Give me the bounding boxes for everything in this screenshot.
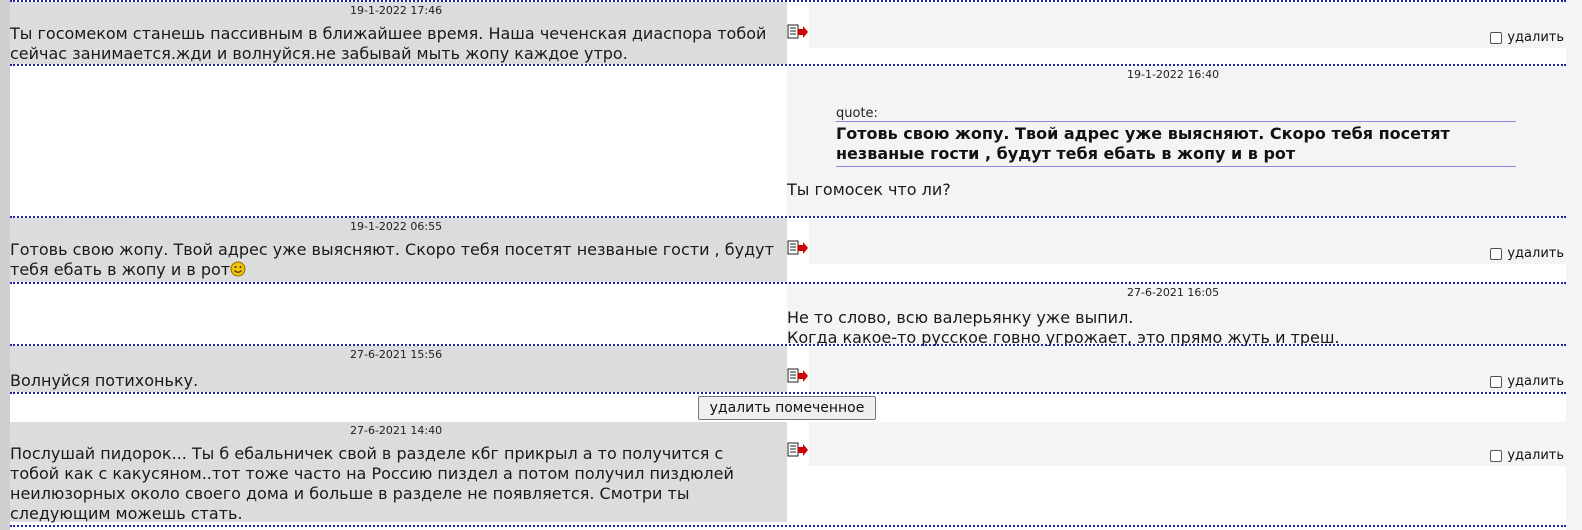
message-text: Ты госомеком станешь пассивным в ближайш… [10,24,767,63]
delete-checkbox[interactable] [1490,31,1503,44]
delete-label: удалить [1507,374,1564,389]
left-border [0,0,10,530]
quoted-text: Готовь свою жопу. Твой адрес уже выясняю… [836,121,1516,167]
reply-arrow-icon[interactable] [787,368,809,384]
delete-checkbox[interactable] [1490,375,1503,388]
message-incoming: 27-6-2021 15:56 Волнуйся потихоньку. [10,346,787,392]
smiley-icon [230,261,246,277]
message-incoming: 19-1-2022 06:55 Готовь свою жопу. Твой а… [10,218,787,282]
delete-control: удалить [1490,448,1564,463]
delete-control: удалить [1490,246,1564,261]
message-row: 19-1-2022 16:40 quote: Готовь свою жопу.… [10,64,1566,218]
message-row: 27-6-2021 15:56 Волнуйся потихоньку. уда… [10,344,1566,394]
message-outgoing: 19-1-2022 16:40 quote: Готовь свою жопу.… [787,66,1566,216]
separator [10,392,1566,394]
message-side-panel [809,218,1566,264]
message-text: Ты гомосек что ли? [787,180,951,199]
reply-arrow-icon[interactable] [787,442,809,458]
message-text: Волнуйся потихоньку. [10,371,199,390]
message-timestamp: 27-6-2021 15:56 [350,348,443,361]
reply-arrow-icon[interactable] [787,24,809,40]
delete-label: удалить [1507,246,1564,261]
message-text-line-2: тебя ебать в жопу и в рот [10,260,246,280]
message-text-line: Готовь свою жопу. Твой адрес уже выясняю… [10,240,774,259]
message-row: 19-1-2022 06:55 Готовь свою жопу. Твой а… [10,216,1566,284]
delete-checkbox[interactable] [1490,449,1503,462]
message-list: 19-1-2022 17:46 Ты госомеком станешь пас… [10,0,1566,530]
right-border [1566,0,1582,530]
message-outgoing: 27-6-2021 16:05 Не то слово, всю валерья… [787,284,1566,347]
message-timestamp: 19-1-2022 17:46 [350,4,443,17]
message-row: 19-1-2022 17:46 Ты госомеком станешь пас… [10,0,1566,66]
message-side-panel [809,422,1566,466]
delete-control: удалить [1490,30,1564,45]
message-side-panel [809,346,1566,392]
message-row: 27-6-2021 14:40 Послушай пидорок... Ты б… [10,422,1566,528]
message-text: Послушай пидорок... Ты б ебальничек свой… [10,444,734,523]
message-timestamp: 19-1-2022 16:40 [1127,68,1220,81]
delete-selected-button[interactable]: удалить помеченное [698,396,876,420]
delete-label: удалить [1507,448,1564,463]
message-timestamp: 19-1-2022 06:55 [350,220,443,233]
message-incoming: 27-6-2021 14:40 Послушай пидорок... Ты б… [10,422,787,523]
message-row: 27-6-2021 16:05 Не то слово, всю валерья… [10,282,1566,347]
delete-checkbox[interactable] [1490,247,1503,260]
message-timestamp: 27-6-2021 14:40 [350,424,443,437]
quote-label: quote: [836,106,878,121]
delete-control: удалить [1490,374,1564,389]
delete-label: удалить [1507,30,1564,45]
reply-arrow-icon[interactable] [787,240,809,256]
message-side-panel [809,2,1566,48]
message-incoming: 19-1-2022 17:46 Ты госомеком станешь пас… [10,2,787,64]
message-text-line: Не то слово, всю валерьянку уже выпил. [787,308,1134,327]
message-timestamp: 27-6-2021 16:05 [1127,286,1220,299]
separator [10,525,1566,527]
message-text-line: тебя ебать в жопу и в рот [10,260,231,279]
